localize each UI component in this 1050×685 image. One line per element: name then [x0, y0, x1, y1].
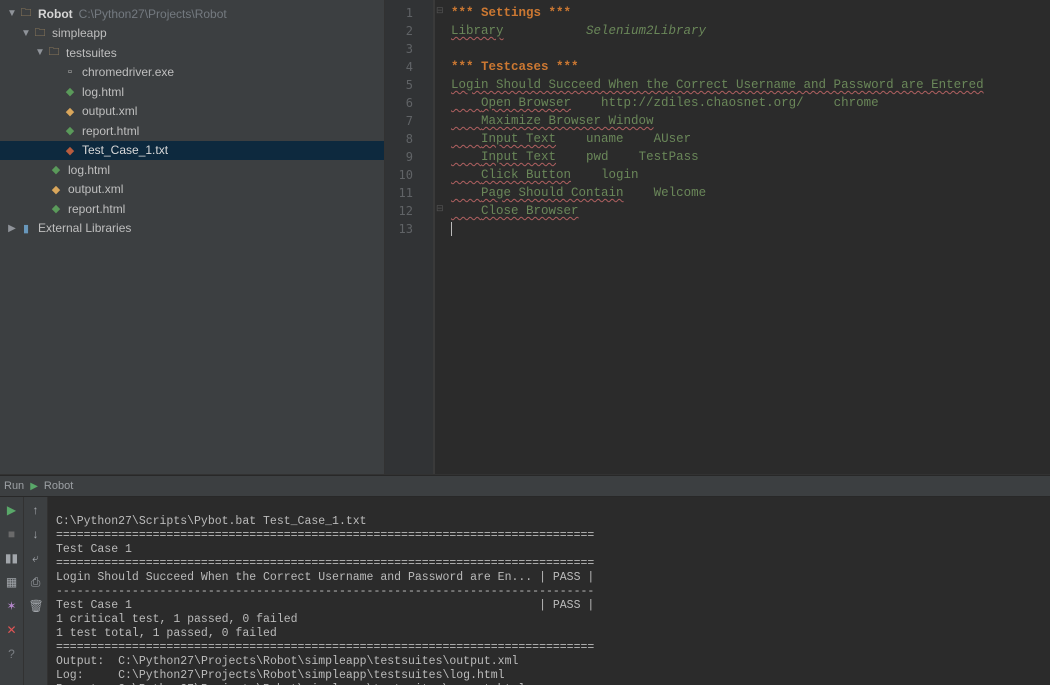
- folder-icon: 🗀: [18, 6, 34, 22]
- fold-marker-icon[interactable]: ⊟: [436, 203, 444, 214]
- code-text: Login Should Succeed When the Correct Us…: [451, 78, 984, 92]
- code-text: TestPass: [639, 150, 699, 164]
- tree-folder-testsuites[interactable]: ▼ 🗀 testsuites: [0, 43, 384, 63]
- tree-file-log-html-2[interactable]: ◆ log.html: [0, 160, 384, 180]
- folder-icon: 🗀: [32, 25, 48, 41]
- close-icon[interactable]: ✕: [5, 623, 19, 637]
- html-file-icon: ◆: [62, 84, 78, 100]
- code-text: *** Testcases ***: [451, 60, 579, 74]
- code-text: Library: [451, 24, 504, 38]
- chevron-down-icon[interactable]: ▼: [20, 28, 32, 39]
- fold-marker-icon[interactable]: ⊟: [436, 5, 444, 16]
- tree-file-report-html-2[interactable]: ◆ report.html: [0, 199, 384, 219]
- clear-icon[interactable]: 🗑: [29, 599, 43, 613]
- project-path: C:\Python27\Projects\Robot: [79, 7, 227, 21]
- chevron-down-icon[interactable]: ▼: [6, 8, 18, 19]
- code-text: uname: [586, 132, 624, 146]
- project-name: Robot: [38, 7, 73, 21]
- run-tab-label[interactable]: Run: [4, 480, 24, 492]
- console-line: ========================================…: [56, 641, 594, 654]
- rerun-icon[interactable]: ▶: [5, 503, 19, 517]
- play-icon: ▶: [30, 481, 38, 492]
- console-line: Log:: [56, 669, 118, 682]
- console-line: C:\Python27\Scripts\Pybot.bat Test_Case_…: [56, 515, 367, 528]
- down-icon[interactable]: ↓: [29, 527, 43, 541]
- code-text: http://zdiles.chaosnet.org/: [601, 96, 804, 110]
- code-text: Input Text: [481, 150, 556, 164]
- code-text: Page Should Contain: [481, 186, 624, 200]
- file-icon: ▫: [62, 64, 78, 80]
- layout-icon[interactable]: ▦: [5, 575, 19, 589]
- console-line: ----------------------------------------…: [56, 585, 594, 598]
- code-text: chrome: [834, 96, 879, 110]
- console-line: ========================================…: [56, 557, 594, 570]
- code-text: Open Browser: [481, 96, 571, 110]
- code-text: pwd: [586, 150, 609, 164]
- code-text: Click Button: [481, 168, 571, 182]
- html-file-icon: ◆: [62, 123, 78, 139]
- help-icon[interactable]: ?: [5, 647, 19, 661]
- console-line: ========================================…: [56, 529, 594, 542]
- code-text: Selenium2Library: [586, 24, 706, 38]
- code-area[interactable]: *** Settings *** Library Selenium2Librar…: [449, 0, 1050, 474]
- code-text: Maximize Browser Window: [481, 114, 654, 128]
- tree-file-output-xml-2[interactable]: ◆ output.xml: [0, 180, 384, 200]
- html-file-icon: ◆: [48, 162, 64, 178]
- fold-column[interactable]: ⊟ ⊟: [435, 0, 449, 474]
- code-text: login: [601, 168, 639, 182]
- print-icon[interactable]: ⎙: [29, 575, 43, 589]
- code-text: *** Settings ***: [451, 6, 571, 20]
- tree-file-chromedriver[interactable]: ▫ chromedriver.exe: [0, 63, 384, 83]
- tree-file-report-html[interactable]: ◆ report.html: [0, 121, 384, 141]
- folder-icon: 🗀: [46, 45, 62, 61]
- tree-root[interactable]: ▼ 🗀 Robot C:\Python27\Projects\Robot: [0, 4, 384, 24]
- code-editor[interactable]: 1234567 8910111213 ⊟ ⊟ *** Settings *** …: [385, 0, 1050, 474]
- console-line: 1 test total, 1 passed, 0 failed: [56, 627, 277, 640]
- console-line: Test Case 1: [56, 543, 132, 556]
- tree-file-log-html[interactable]: ◆ log.html: [0, 82, 384, 102]
- console-line: Test Case 1 | PASS |: [56, 599, 594, 612]
- console-line: 1 critical test, 1 passed, 0 failed: [56, 613, 298, 626]
- line-number-gutter: 1234567 8910111213: [385, 0, 435, 474]
- console-line: Output:: [56, 655, 118, 668]
- run-toolbar-left: ▶ ■ ▮▮ ▦ ✶ ✕ ?: [0, 497, 24, 685]
- console-output[interactable]: C:\Python27\Scripts\Pybot.bat Test_Case_…: [48, 497, 1050, 685]
- chevron-down-icon[interactable]: ▼: [34, 47, 46, 58]
- run-tool-window-header[interactable]: Run ▶ Robot: [0, 475, 1050, 497]
- text-file-icon: ◆: [62, 142, 78, 158]
- library-icon: ▮: [18, 220, 34, 236]
- tree-folder-simpleapp[interactable]: ▼ 🗀 simpleapp: [0, 24, 384, 44]
- code-text: Input Text: [481, 132, 556, 146]
- soft-wrap-icon[interactable]: ⤶: [29, 551, 43, 565]
- tree-file-output-xml[interactable]: ◆ output.xml: [0, 102, 384, 122]
- code-text: Close Browser: [481, 204, 579, 218]
- chevron-right-icon[interactable]: ▶: [6, 223, 18, 234]
- code-text: Welcome: [654, 186, 707, 200]
- xml-file-icon: ◆: [48, 181, 64, 197]
- html-file-icon: ◆: [48, 201, 64, 217]
- pause-icon[interactable]: ▮▮: [5, 551, 19, 565]
- dump-threads-icon[interactable]: ✶: [5, 599, 19, 613]
- run-toolbar-right: ↑ ↓ ⤶ ⎙ 🗑: [24, 497, 48, 685]
- console-line: Login Should Succeed When the Correct Us…: [56, 571, 594, 584]
- stop-disabled-icon[interactable]: ■: [5, 527, 19, 541]
- project-tree[interactable]: ▼ 🗀 Robot C:\Python27\Projects\Robot ▼ 🗀…: [0, 0, 385, 474]
- code-text: AUser: [654, 132, 692, 146]
- text-caret: [451, 222, 452, 236]
- run-config-name[interactable]: Robot: [44, 480, 73, 492]
- up-icon[interactable]: ↑: [29, 503, 43, 517]
- tree-file-test-case-1[interactable]: ◆ Test_Case_1.txt: [0, 141, 384, 161]
- xml-file-icon: ◆: [62, 103, 78, 119]
- tree-external-libraries[interactable]: ▶ ▮ External Libraries: [0, 219, 384, 239]
